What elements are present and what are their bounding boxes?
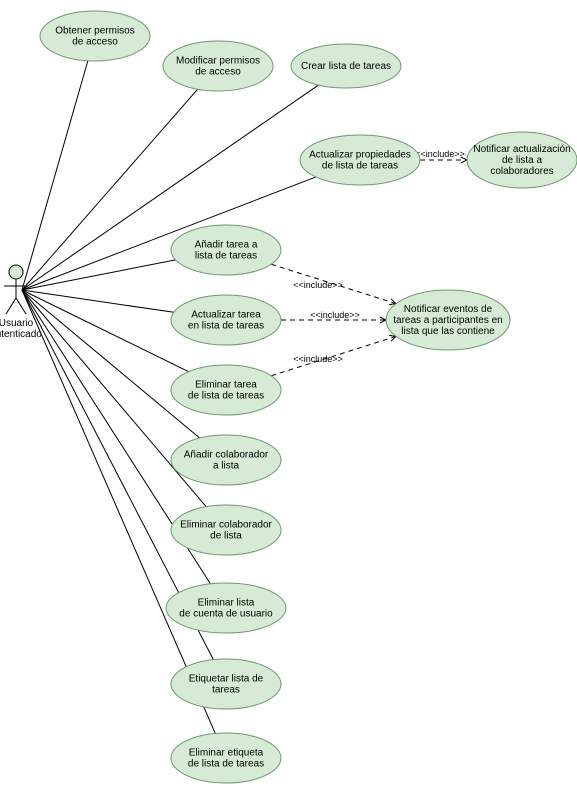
usecase-uc13: Etiquetar lista detareas — [171, 659, 281, 709]
usecase-label: colaboradores — [490, 166, 553, 177]
usecase-uc6: Añadir tarea alista de tareas — [171, 225, 281, 275]
usecase-label: Etiquetar lista de — [189, 674, 264, 685]
usecase-label: de lista a — [502, 155, 542, 166]
usecase-uc5: Notificar actualizaciónde lista acolabor… — [467, 132, 577, 188]
usecase-uc1: Obtener permisosde acceso — [40, 11, 150, 61]
include-label: <<include>> — [310, 310, 360, 320]
usecase-uc10: Añadir colaboradora lista — [171, 435, 281, 485]
usecase-label: Eliminar lista — [198, 598, 255, 609]
usecase-label: de acceso — [195, 67, 241, 78]
usecase-label: lista de tareas — [195, 251, 257, 262]
association — [22, 61, 88, 290]
usecase-uc8: Eliminar tareade lista de tareas — [171, 365, 281, 415]
usecase-label: Actualizar tarea — [191, 310, 261, 321]
usecase-label: a lista — [213, 461, 240, 472]
usecase-uc11: Eliminar colaboradorde lista — [171, 505, 281, 555]
association — [22, 89, 198, 290]
usecase-uc4: Actualizar propiedadesde lista de tareas — [300, 135, 420, 185]
include-label: <<include>> — [293, 354, 343, 364]
usecase-label: Actualizar propiedades — [309, 150, 411, 161]
usecase-label: Eliminar etiqueta — [189, 748, 264, 759]
usecase-uc9: Notificar eventos detareas a participant… — [386, 290, 510, 350]
usecase-label: en lista de tareas — [188, 321, 264, 332]
actor: Usuarioautenticado — [0, 265, 42, 340]
usecase-label: de lista — [210, 531, 242, 542]
usecase-label: de cuenta de usuario — [179, 609, 273, 620]
usecase-label: tareas a participantes en — [393, 315, 503, 326]
usecase-label: Añadir colaborador — [184, 450, 269, 461]
use-case-diagram: <<include>> <<include>> <<include>> <<inclu… — [0, 0, 577, 798]
usecase-label: Eliminar tarea — [195, 380, 257, 391]
usecase-uc3: Crear lista de tareas — [291, 44, 401, 88]
usecase-label: Notificar eventos de — [404, 304, 493, 315]
include-label: <<include>> — [293, 280, 343, 290]
actor-label: autenticado — [0, 329, 42, 340]
include-label: <<include>> — [415, 149, 465, 159]
usecase-label: de lista de tareas — [322, 161, 398, 172]
usecase-label: de lista de tareas — [188, 759, 264, 770]
usecase-label: de lista de tareas — [188, 391, 264, 402]
usecase-uc7: Actualizar tareaen lista de tareas — [171, 295, 281, 345]
association — [22, 177, 316, 290]
usecase-label: tareas — [212, 685, 240, 696]
usecase-label: Notificar actualización — [473, 144, 570, 155]
usecase-uc14: Eliminar etiquetade lista de tareas — [171, 733, 281, 783]
usecase-label: Modificar permisos — [176, 56, 260, 67]
usecase-uc12: Eliminar listade cuenta de usuario — [166, 583, 286, 633]
usecase-label: Eliminar colaborador — [180, 520, 272, 531]
actor-label: Usuario — [0, 318, 34, 329]
usecase-label: de acceso — [72, 37, 118, 48]
usecase-label: lista que las contiene — [401, 326, 495, 337]
usecase-label: Añadir tarea a — [195, 240, 258, 251]
usecase-label: Crear lista de tareas — [301, 61, 391, 72]
usecase-label: Obtener permisos — [55, 26, 134, 37]
usecase-uc2: Modificar permisosde acceso — [163, 41, 273, 91]
